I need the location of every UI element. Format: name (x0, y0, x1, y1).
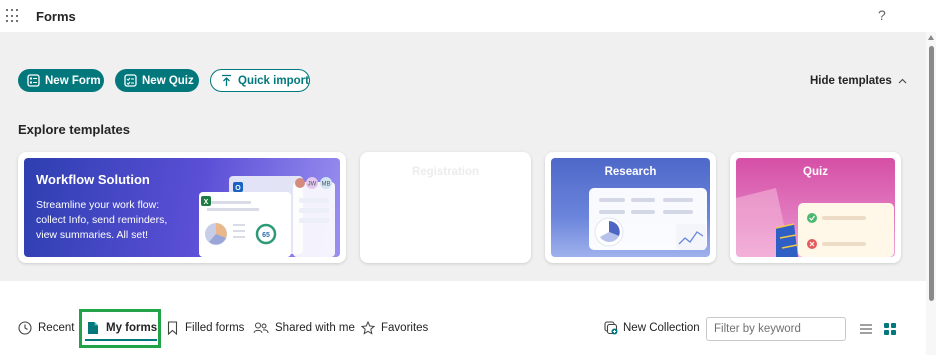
tab-recent-label: Recent (38, 322, 75, 334)
new-collection-label: New Collection (623, 322, 700, 334)
list-view-icon[interactable] (859, 322, 873, 334)
explore-templates-heading: Explore templates (18, 122, 130, 137)
svg-text:JW: JW (308, 182, 317, 188)
tab-shared-with-me-label: Shared with me (275, 322, 355, 334)
hide-templates-label: Hide templates (810, 75, 892, 87)
workflow-title: Workflow Solution (36, 172, 150, 187)
template-card-research[interactable]: Research (545, 152, 716, 263)
quick-import-button[interactable]: Quick import (210, 69, 310, 92)
tab-filled-forms-label: Filled forms (185, 322, 245, 334)
quiz-icon (124, 74, 137, 88)
research-illustration (589, 188, 707, 250)
svg-text:O: O (235, 185, 241, 192)
tab-shared-with-me[interactable]: Shared with me (253, 312, 355, 344)
new-form-button[interactable]: New Form (18, 69, 104, 92)
score-value: 65 (262, 232, 270, 239)
template-card-registration[interactable]: Registration (360, 152, 531, 263)
new-form-label: New Form (45, 74, 101, 87)
app-launcher-icon[interactable] (6, 9, 20, 23)
new-quiz-button[interactable]: New Quiz (115, 69, 199, 92)
workflow-banner: Workflow Solution Streamline your work f… (24, 158, 340, 257)
quiz-banner: Quiz (736, 158, 895, 257)
new-quiz-label: New Quiz (142, 74, 194, 87)
tab-filled-forms[interactable]: Filled forms (165, 312, 244, 344)
collection-add-icon (604, 321, 618, 335)
template-card-quiz[interactable]: Quiz (730, 152, 901, 263)
new-collection-button[interactable]: New Collection (604, 321, 700, 335)
tab-recent[interactable]: Recent (18, 312, 74, 344)
scrollbar-thumb[interactable] (929, 46, 934, 301)
registration-title: Registration (411, 166, 480, 178)
tab-favorites-label: Favorites (381, 322, 429, 334)
scroll-up-icon[interactable] (928, 35, 934, 40)
research-banner: Research (551, 158, 710, 257)
hide-templates-button[interactable]: Hide templates (810, 75, 907, 87)
grid-view-icon[interactable] (884, 322, 896, 335)
svg-text:MB: MB (322, 182, 331, 188)
my-forms-highlight-box (79, 309, 161, 348)
top-bar: Forms ? (0, 0, 898, 32)
app-title: Forms (36, 9, 76, 24)
clock-icon (18, 321, 32, 335)
filter-keyword-input[interactable] (706, 317, 846, 341)
tab-favorites[interactable]: Favorites (361, 312, 428, 344)
svg-text:X: X (204, 199, 209, 206)
chevron-up-icon (898, 75, 907, 87)
quiz-illustration (736, 188, 894, 257)
upload-icon (220, 74, 233, 88)
workflow-illustration: 65 X O JW MB (199, 176, 335, 257)
star-icon (361, 321, 375, 335)
template-card-workflow[interactable]: Workflow Solution Streamline your work f… (18, 152, 346, 263)
help-icon[interactable]: ? (878, 7, 886, 23)
quick-import-label: Quick import (238, 74, 309, 87)
bookmark-icon (165, 321, 179, 335)
workflow-description: Streamline your work flow: collect Info,… (36, 199, 168, 241)
people-icon (253, 321, 269, 335)
form-icon (27, 74, 40, 88)
